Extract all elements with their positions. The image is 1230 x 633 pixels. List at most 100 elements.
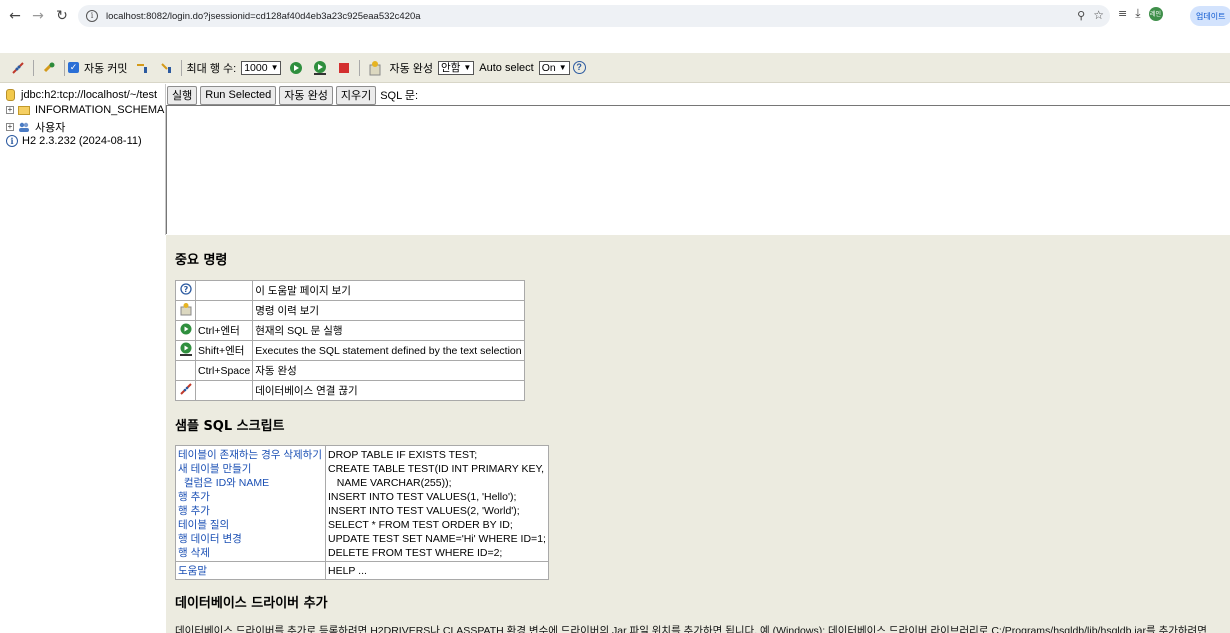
sample-sql-line: UPDATE TEST SET NAME='Hi' WHERE ID=1; bbox=[328, 533, 546, 545]
table-cell: Ctrl+엔터 bbox=[194, 320, 254, 341]
table-cell bbox=[175, 360, 196, 381]
chevron-down-icon: ▼ bbox=[463, 63, 472, 72]
table-cell bbox=[175, 300, 196, 321]
sample-sql-line: CREATE TABLE TEST(ID INT PRIMARY KEY, bbox=[328, 463, 545, 475]
table-cell bbox=[194, 380, 254, 401]
version-label: H2 2.3.232 (2024-08-11) bbox=[22, 135, 142, 147]
tree-connection[interactable]: jdbc:h2:tcp://localhost/~/test bbox=[6, 89, 157, 101]
users-icon bbox=[18, 121, 30, 133]
driver-paragraph: 데이터베이스 드라이버를 추가로 등록하려면 H2DRIVERS나 CLASSP… bbox=[175, 625, 1207, 633]
users-label: 사용자 bbox=[35, 122, 66, 134]
table-cell: 명령 이력 보기 bbox=[252, 300, 525, 321]
table-row: Shift+엔터 Executes the SQL statement defi… bbox=[175, 340, 525, 361]
run-button[interactable]: 실행 bbox=[167, 85, 198, 105]
address-bar[interactable]: i localhost:8082/login.do?jsessionid=cd1… bbox=[78, 5, 1110, 27]
table-row: 데이터베이스 연결 끊기 bbox=[175, 380, 525, 401]
forward-icon[interactable]: → bbox=[27, 5, 49, 27]
auto-select-select[interactable]: On ▼ bbox=[538, 60, 570, 75]
run-icon[interactable] bbox=[288, 60, 304, 76]
site-info-icon[interactable]: i bbox=[86, 10, 98, 22]
expand-icon[interactable]: + bbox=[6, 123, 14, 131]
toolbar-separator bbox=[33, 59, 34, 76]
url-text[interactable]: localhost:8082/login.do?jsessionid=cd128… bbox=[106, 11, 421, 22]
reading-list-icon[interactable]: ≡ bbox=[1118, 7, 1127, 20]
table-cell: 이 도움말 페이지 보기 bbox=[252, 280, 525, 301]
sample-link[interactable]: 테이블이 존재하는 경우 삭제하기 bbox=[178, 448, 323, 462]
commands-table: ? 이 도움말 페이지 보기 명령 이력 보기 Ctrl+엔터 현재의 SQL … bbox=[175, 280, 525, 401]
download-icon[interactable]: ⤓ bbox=[1135, 6, 1140, 21]
table-cell bbox=[194, 280, 254, 301]
sample-link[interactable]: 행 추가 bbox=[178, 490, 323, 504]
auto-select-value: On bbox=[541, 61, 556, 74]
history-icon bbox=[180, 303, 192, 319]
table-cell: Shift+엔터 bbox=[194, 340, 254, 361]
autocommit-checkbox[interactable]: ✓ bbox=[68, 62, 79, 73]
run-selected-button[interactable]: Run Selected bbox=[200, 85, 277, 105]
reload-icon[interactable]: ↻ bbox=[51, 5, 73, 27]
table-cell: HELP ... bbox=[325, 561, 549, 580]
query-toolbar: 실행 Run Selected 자동 완성 지우기 SQL 문: bbox=[166, 84, 1230, 106]
sql-editor[interactable] bbox=[166, 105, 1230, 234]
zoom-icon[interactable]: ⚲ bbox=[1077, 9, 1085, 22]
table-cell: Ctrl+Space bbox=[194, 360, 254, 381]
rollback-icon[interactable] bbox=[134, 60, 150, 76]
driver-title: 데이터베이스 드라이버 추가 bbox=[175, 596, 328, 611]
update-button[interactable]: 업데이트 bbox=[1190, 6, 1230, 26]
help-icon: ? bbox=[179, 283, 192, 298]
bookmark-star-icon[interactable]: ☆ bbox=[1093, 8, 1104, 22]
folder-icon bbox=[18, 105, 30, 115]
tree-item-information-schema[interactable]: + INFORMATION_SCHEMA bbox=[6, 104, 164, 116]
database-icon bbox=[6, 89, 15, 101]
autocomplete-label: 자동 완성 bbox=[389, 62, 434, 75]
auto-select-label: Auto select bbox=[479, 61, 534, 74]
disconnect-icon bbox=[179, 383, 192, 398]
sample-link[interactable]: 행 삭제 bbox=[178, 546, 323, 560]
sample-sql-line: DROP TABLE IF EXISTS TEST; bbox=[328, 449, 478, 461]
max-rows-select[interactable]: 1000 ▼ bbox=[241, 60, 282, 75]
refresh-icon[interactable] bbox=[41, 60, 57, 76]
toolbar-separator bbox=[359, 59, 361, 76]
help-link[interactable]: 도움말 bbox=[178, 565, 207, 577]
sample-link[interactable]: 테이블 질의 bbox=[178, 518, 323, 532]
table-row: Ctrl+Space 자동 완성 bbox=[175, 360, 525, 381]
disconnect-icon[interactable] bbox=[10, 60, 26, 76]
max-rows-label: 최대 행 수: bbox=[186, 62, 237, 75]
back-icon[interactable]: ← bbox=[4, 5, 26, 27]
table-row: 명령 이력 보기 bbox=[175, 300, 525, 321]
expand-icon[interactable]: + bbox=[6, 106, 14, 114]
stop-icon[interactable] bbox=[336, 60, 352, 76]
table-cell bbox=[175, 340, 196, 361]
run-icon bbox=[180, 323, 192, 338]
table-row: 도움말 HELP ... bbox=[175, 561, 549, 580]
table-cell: 데이터베이스 연결 끊기 bbox=[252, 380, 525, 401]
history-icon[interactable] bbox=[367, 60, 383, 76]
h2-toolbar: ✓ 자동 커밋 최대 행 수: 1000 ▼ 자동 완성 안함 ▼ Auto sel… bbox=[0, 53, 1230, 83]
sql-label: SQL 문: bbox=[380, 90, 419, 102]
sample-sql-line: DELETE FROM TEST WHERE ID=2; bbox=[328, 547, 503, 559]
table-row: 테이블이 존재하는 경우 삭제하기 새 테이블 만들기 컬럼은 ID와 NAME… bbox=[175, 445, 549, 562]
run-selected-icon[interactable] bbox=[312, 60, 328, 76]
autocomplete-select[interactable]: 안함 ▼ bbox=[438, 60, 475, 75]
table-cell: 현재의 SQL 문 실행 bbox=[252, 320, 525, 341]
table-row: ? 이 도움말 페이지 보기 bbox=[175, 280, 525, 301]
tree-item-users[interactable]: + 사용자 bbox=[6, 119, 65, 135]
profile-avatar[interactable]: 레인 bbox=[1148, 6, 1163, 21]
sample-link[interactable]: 행 데이터 변경 bbox=[178, 532, 323, 546]
schema-label: INFORMATION_SCHEMA bbox=[35, 104, 165, 116]
table-cell: ? bbox=[175, 280, 196, 301]
autocommit-label: 자동 커밋 bbox=[84, 62, 128, 75]
help-panel: 중요 명령 ? 이 도움말 페이지 보기 명령 이력 보기 Ctrl+엔터 현재… bbox=[166, 235, 1230, 633]
help-icon[interactable]: ? bbox=[572, 61, 586, 74]
sample-link[interactable]: 행 추가 bbox=[178, 504, 323, 518]
commit-icon[interactable] bbox=[158, 60, 174, 76]
sample-link[interactable]: 새 테이블 만들기 bbox=[178, 462, 323, 476]
sample-sql-line: INSERT INTO TEST VALUES(2, 'World'); bbox=[328, 505, 520, 517]
autocomplete-button[interactable]: 자동 완성 bbox=[279, 85, 333, 105]
table-cell bbox=[175, 320, 196, 341]
clear-button[interactable]: 지우기 bbox=[335, 85, 377, 105]
sample-link[interactable]: 컬럼은 ID와 NAME bbox=[178, 476, 323, 490]
table-cell: Executes the SQL statement defined by th… bbox=[252, 340, 525, 361]
toolbar-separator bbox=[64, 59, 65, 76]
max-rows-value: 1000 bbox=[244, 61, 268, 74]
sample-sql-line: SELECT * FROM TEST ORDER BY ID; bbox=[328, 519, 513, 531]
